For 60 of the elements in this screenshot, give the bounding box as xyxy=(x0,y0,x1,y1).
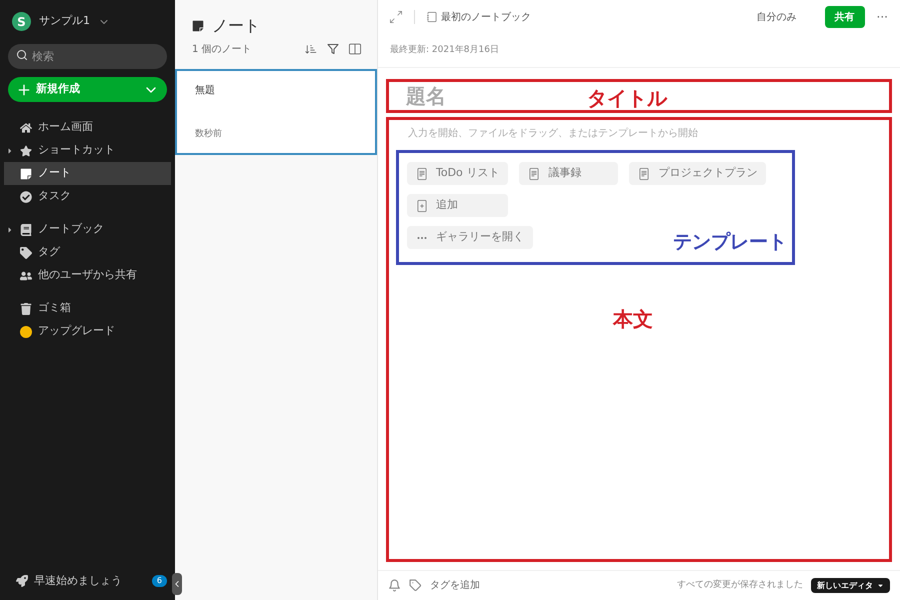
save-status: すべての変更が保存されました xyxy=(677,578,803,592)
note-icon xyxy=(20,168,32,180)
search-field[interactable]: 検索 xyxy=(8,44,167,69)
document-icon xyxy=(528,168,540,180)
account-name[interactable]: サンプル1 xyxy=(39,13,90,30)
panel-title: ノート xyxy=(212,14,260,36)
template-button[interactable]: プロジェクトプラン xyxy=(629,162,766,185)
expand-icon[interactable] xyxy=(390,11,402,23)
trash-icon xyxy=(20,302,32,314)
collapse-sidebar-button[interactable] xyxy=(172,573,182,595)
document-add-icon xyxy=(416,200,428,212)
count-badge: 6 xyxy=(152,575,167,587)
people-icon xyxy=(20,270,32,282)
sidebar-item[interactable]: ノート xyxy=(4,162,171,185)
template-button[interactable]: ギャラリーを開く xyxy=(407,226,533,249)
plus-icon xyxy=(16,82,32,98)
search-icon xyxy=(16,49,28,61)
template-button[interactable]: 議事録 xyxy=(519,162,618,185)
rocket-icon xyxy=(16,575,28,587)
home-icon xyxy=(20,122,32,134)
coin-icon xyxy=(20,326,32,338)
notebook-link[interactable]: 最初のノートブック xyxy=(441,10,531,24)
sort-icon[interactable] xyxy=(305,43,317,55)
notebook-icon xyxy=(427,12,437,22)
more-button[interactable]: ··· xyxy=(876,8,888,26)
note-card[interactable]: 無題 数秒前 xyxy=(175,69,377,155)
expand-arrow-icon[interactable] xyxy=(6,146,14,154)
annotation-label: 本文 xyxy=(613,306,653,333)
sidebar-item[interactable]: 他のユーザから共有 xyxy=(4,264,171,287)
annotation-label: テンプレート xyxy=(673,230,787,254)
tag-icon xyxy=(20,246,32,258)
expand-arrow-icon[interactable] xyxy=(6,226,14,234)
document-icon xyxy=(416,168,428,180)
sidebar-item[interactable]: ゴミ箱 xyxy=(4,297,171,320)
sidebar-item[interactable]: ホーム画面 xyxy=(4,116,171,139)
star-icon xyxy=(20,144,32,156)
sidebar-item[interactable]: ショートカット xyxy=(4,139,171,162)
layout-icon[interactable] xyxy=(349,43,361,55)
annotation-label: タイトル xyxy=(587,85,667,112)
sidebar-item[interactable]: ノートブック xyxy=(4,218,171,241)
note-time: 数秒前 xyxy=(195,128,223,140)
sidebar-item[interactable]: タグ xyxy=(4,241,171,264)
tag-icon[interactable] xyxy=(409,579,422,592)
template-button[interactable]: ToDo リスト xyxy=(407,162,508,185)
note-count: 1 個のノート xyxy=(192,42,253,56)
caret-icon xyxy=(877,582,884,589)
editor-version-button[interactable]: 新しいエディタ xyxy=(811,578,890,593)
filter-icon[interactable] xyxy=(327,43,339,55)
template-button[interactable]: 追加 xyxy=(407,194,508,217)
visibility-label: 自分のみ xyxy=(756,10,797,24)
last-updated: 最終更新: 2021年8月16日 xyxy=(390,44,499,57)
note-title: 無題 xyxy=(195,84,216,98)
note-icon xyxy=(192,20,204,32)
sidebar-item[interactable]: アップグレード xyxy=(4,320,171,343)
reminder-icon[interactable] xyxy=(388,579,401,592)
sidebar-item[interactable]: タスク xyxy=(4,185,171,208)
get-started-link[interactable]: 早速始めましょう xyxy=(34,572,146,590)
document-icon xyxy=(638,168,650,180)
add-tag-field[interactable]: タグを追加 xyxy=(430,578,669,593)
notebook-icon xyxy=(20,224,32,236)
